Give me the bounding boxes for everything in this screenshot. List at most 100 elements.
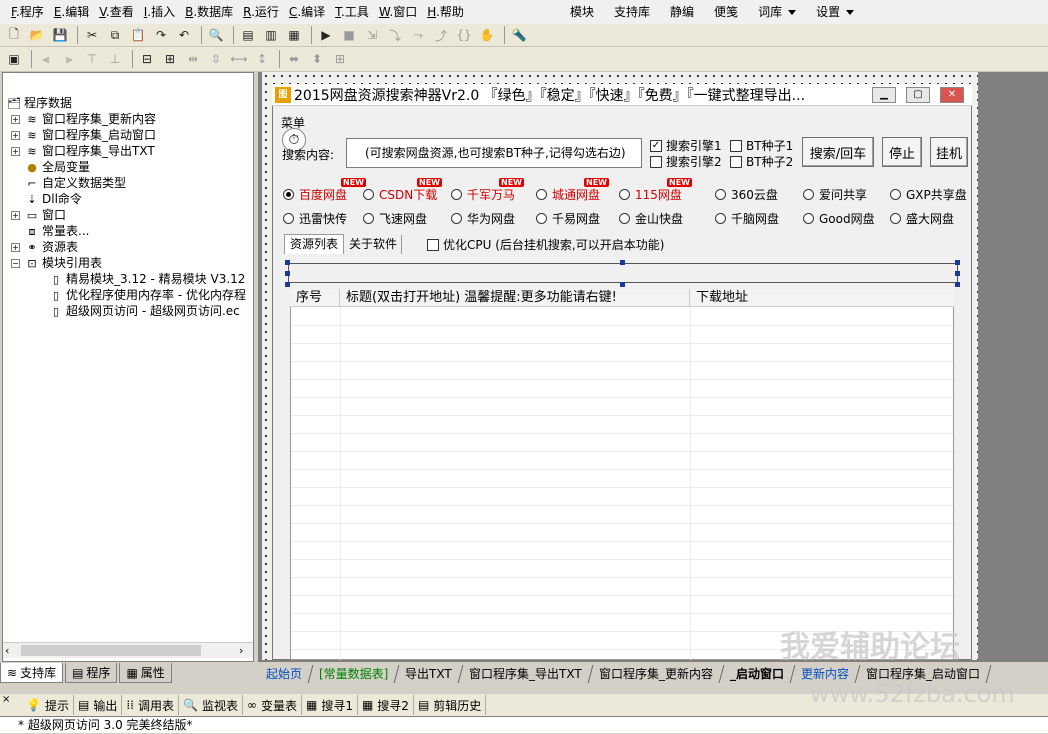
menu-compile[interactable]: C.编译 bbox=[284, 1, 330, 23]
tab-output[interactable]: ▤ 输出 bbox=[74, 695, 123, 715]
open-folder-icon[interactable]: 📂 bbox=[27, 25, 47, 45]
step-out-icon[interactable]: ⤴ bbox=[431, 25, 451, 45]
space-v-icon[interactable]: ↕ bbox=[252, 49, 272, 69]
resize-handle[interactable] bbox=[955, 271, 960, 276]
center-h-icon[interactable]: ⊟ bbox=[137, 49, 157, 69]
menu-run[interactable]: R.运行 bbox=[238, 1, 284, 23]
radio-csdn[interactable]: CSDN下载 NEW bbox=[363, 178, 442, 203]
expand-icon[interactable]: + bbox=[11, 115, 20, 124]
tree-item[interactable]: + ≋ 窗口程序集_更新内容 bbox=[11, 111, 156, 127]
align-bottom-icon[interactable]: ⊥ bbox=[105, 49, 125, 69]
copy-icon[interactable]: ⧉ bbox=[105, 25, 125, 45]
tab-start-window[interactable]: _启动窗口 bbox=[719, 665, 796, 683]
menu-program[interactable]: F.程序 bbox=[6, 1, 49, 23]
radio-feisu[interactable]: 飞速网盘 bbox=[363, 210, 427, 227]
menu-insert[interactable]: I.插入 bbox=[139, 1, 180, 23]
tab-properties[interactable]: ▦ 属性 bbox=[119, 663, 172, 683]
radio-gxp[interactable]: GXP共享盘 bbox=[890, 186, 967, 203]
bt1-checkbox[interactable]: BT种子1 bbox=[730, 137, 793, 154]
close-button[interactable]: ✕ bbox=[940, 87, 964, 103]
radio-xunlei[interactable]: 迅雷快传 bbox=[283, 210, 347, 227]
tree-item[interactable]: + ≋ 窗口程序集_导出TXT bbox=[11, 143, 155, 159]
radio-ctdisk[interactable]: 城通网盘 NEW bbox=[536, 178, 609, 203]
bt2-checkbox[interactable]: BT种子2 bbox=[730, 153, 793, 170]
space-h-icon[interactable]: ⟷ bbox=[229, 49, 249, 69]
tree-item[interactable]: ⇣ Dll命令 bbox=[25, 191, 82, 207]
tab-support-lib[interactable]: ≋ 支持库 bbox=[0, 663, 64, 683]
menu-edit[interactable]: E.编辑 bbox=[49, 1, 94, 23]
column-index[interactable]: 序号 bbox=[290, 289, 340, 307]
resize-handle[interactable] bbox=[285, 260, 290, 265]
new-file-icon[interactable]: 🗋 bbox=[4, 25, 24, 45]
tab-class-export-txt[interactable]: 窗口程序集_导出TXT bbox=[458, 665, 594, 683]
brace-icon[interactable]: {} bbox=[454, 25, 474, 45]
radio-iask[interactable]: 爱问共享 bbox=[803, 186, 867, 203]
collapse-icon[interactable]: − bbox=[11, 259, 20, 268]
step-over-icon[interactable]: ⤳ bbox=[408, 25, 428, 45]
cpu-optimize-checkbox[interactable]: 优化CPU (后台挂机搜索,可以开启本功能) bbox=[427, 236, 664, 253]
tab-constant-table[interactable]: [常量数据表] bbox=[308, 665, 400, 683]
resize-handle[interactable] bbox=[955, 260, 960, 265]
result-list[interactable] bbox=[290, 289, 954, 660]
radio-qianyi[interactable]: 千易网盘 bbox=[536, 210, 600, 227]
scroll-right-icon[interactable]: › bbox=[239, 644, 243, 657]
scroll-left-icon[interactable]: ‹ bbox=[5, 644, 9, 657]
tree-root[interactable]: 🗂 程序数据 bbox=[7, 95, 72, 111]
align-left-icon[interactable]: ⫷ bbox=[36, 49, 56, 69]
expand-icon[interactable]: + bbox=[11, 131, 20, 140]
engine1-checkbox[interactable]: ✓ 搜索引擎1 bbox=[650, 137, 722, 154]
menu-module[interactable]: 模块 bbox=[560, 1, 604, 23]
radio-115[interactable]: 115网盘 NEW bbox=[619, 178, 692, 203]
save-icon[interactable]: 💾 bbox=[50, 25, 70, 45]
debug-icon[interactable]: 🔦 bbox=[509, 25, 529, 45]
find-icon[interactable]: 🔍 bbox=[206, 25, 226, 45]
menu-tools[interactable]: T.工具 bbox=[330, 1, 374, 23]
layout-3-icon[interactable]: ▦ bbox=[284, 25, 304, 45]
tree-item[interactable]: + ▭ 窗口 bbox=[11, 207, 66, 223]
tab-program[interactable]: ▤ 程序 bbox=[65, 663, 118, 683]
tree-item[interactable]: ⧈ 常量表... bbox=[25, 223, 90, 239]
menu-database[interactable]: B.数据库 bbox=[180, 1, 238, 23]
search-input[interactable]: (可搜索网盘资源,也可搜索BT种子,记得勾选右边) bbox=[346, 138, 642, 168]
tab-start-page[interactable]: 起始页 bbox=[255, 665, 314, 683]
horizontal-scrollbar[interactable]: ‹ › bbox=[3, 642, 253, 658]
resize-handle[interactable] bbox=[285, 282, 290, 287]
tab-class-update[interactable]: 窗口程序集_更新内容 bbox=[588, 665, 725, 683]
size-h-icon[interactable]: ⬍ bbox=[307, 49, 327, 69]
step-icon[interactable]: ⇲ bbox=[362, 25, 382, 45]
expand-icon[interactable]: + bbox=[11, 243, 20, 252]
layout-2-icon[interactable]: ▥ bbox=[261, 25, 281, 45]
tab-variables[interactable]: ∞ 变量表 bbox=[243, 695, 302, 715]
tree-item[interactable]: ● 全局变量 bbox=[25, 159, 90, 175]
menu-help[interactable]: H.帮助 bbox=[422, 1, 469, 23]
tab-search2[interactable]: ▦ 搜寻2 bbox=[358, 695, 414, 715]
radio-good[interactable]: Good网盘 bbox=[803, 210, 875, 227]
align-right-icon[interactable]: ⫸ bbox=[59, 49, 79, 69]
scroll-thumb[interactable] bbox=[21, 645, 201, 656]
engine2-checkbox[interactable]: 搜索引擎2 bbox=[650, 153, 722, 170]
grid-icon[interactable]: ⊞ bbox=[330, 49, 350, 69]
radio-qiannao[interactable]: 千脑网盘 bbox=[715, 210, 779, 227]
resize-handle[interactable] bbox=[620, 282, 625, 287]
column-title[interactable]: 标题(双击打开地址) 温馨提醒:更多功能请右键! bbox=[340, 289, 690, 307]
stop-icon[interactable]: ■ bbox=[339, 25, 359, 45]
tree-item[interactable]: ▯ 精易模块_3.12 - 精易模块 V3.12 bbox=[49, 271, 245, 287]
tab-resource-list[interactable]: 资源列表 bbox=[284, 234, 345, 254]
expand-icon[interactable]: + bbox=[11, 147, 20, 156]
radio-360[interactable]: 360云盘 bbox=[715, 186, 778, 203]
same-width-icon[interactable]: ⇹ bbox=[183, 49, 203, 69]
tree-item[interactable]: ▯ 优化程序使用内存率 - 优化内存程 bbox=[49, 287, 249, 303]
radio-huawei[interactable]: 华为网盘 bbox=[451, 210, 515, 227]
resize-handle[interactable] bbox=[620, 260, 625, 265]
layout-1-icon[interactable]: ▤ bbox=[238, 25, 258, 45]
maximize-button[interactable]: ▢ bbox=[906, 87, 930, 103]
menu-support-lib[interactable]: 支持库 bbox=[604, 1, 660, 23]
tab-export-txt[interactable]: 导出TXT bbox=[394, 665, 464, 683]
run-icon[interactable]: ▶ bbox=[316, 25, 336, 45]
tab-watch[interactable]: 🔍 监视表 bbox=[179, 695, 243, 715]
minimize-button[interactable]: ▁ bbox=[872, 87, 896, 103]
tree-item[interactable]: ⌐ 自定义数据类型 bbox=[25, 175, 126, 191]
radio-qjwm[interactable]: 千军万马 NEW bbox=[451, 178, 524, 203]
resize-handle[interactable] bbox=[285, 271, 290, 276]
cut-icon[interactable]: ✂ bbox=[82, 25, 102, 45]
